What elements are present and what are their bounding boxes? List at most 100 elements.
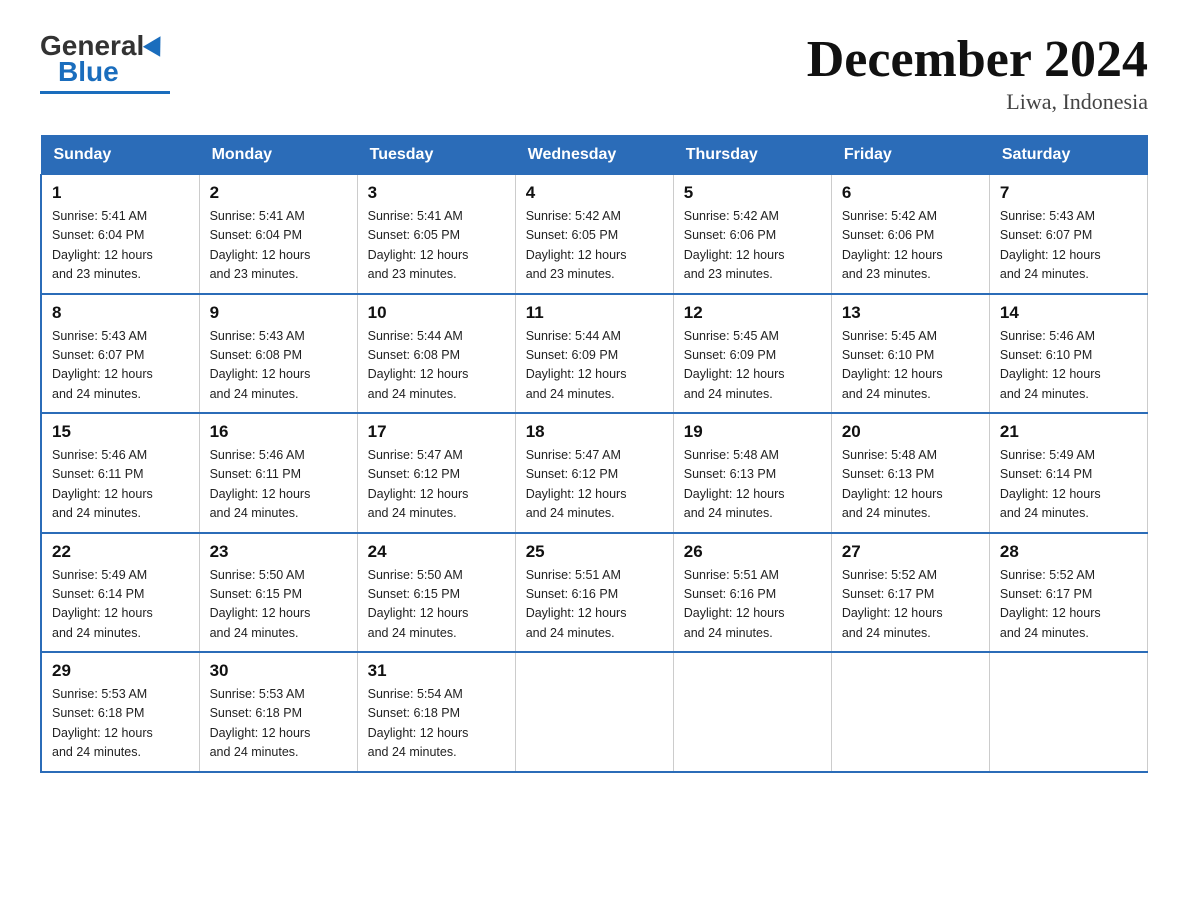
day-number: 11	[526, 303, 663, 323]
header-thursday: Thursday	[673, 136, 831, 175]
calendar-cell: 25Sunrise: 5:51 AMSunset: 6:16 PMDayligh…	[515, 533, 673, 653]
day-number: 24	[368, 542, 505, 562]
calendar-cell: 22 Sunrise: 5:49 AMSunset: 6:14 PMDayligh…	[41, 533, 199, 653]
day-number: 13	[842, 303, 979, 323]
calendar-cell: 12 Sunrise: 5:45 AMSunset: 6:09 PMDayligh…	[673, 294, 831, 414]
day-number: 27	[842, 542, 979, 562]
header-wednesday: Wednesday	[515, 136, 673, 175]
calendar-cell: 19 Sunrise: 5:48 AMSunset: 6:13 PMDayligh…	[673, 413, 831, 533]
calendar-cell: 24 Sunrise: 5:50 AMSunset: 6:15 PMDayligh…	[357, 533, 515, 653]
calendar-cell: 26Sunrise: 5:51 AMSunset: 6:16 PMDayligh…	[673, 533, 831, 653]
calendar-header-row: Sunday Monday Tuesday Wednesday Thursday…	[41, 136, 1148, 175]
day-info: Sunrise: 5:47 AMSunset: 6:12 PMDaylight:…	[526, 446, 663, 524]
calendar-table: Sunday Monday Tuesday Wednesday Thursday…	[40, 135, 1148, 773]
day-number: 9	[210, 303, 347, 323]
calendar-cell: 29 Sunrise: 5:53 AMSunset: 6:18 PMDayligh…	[41, 652, 199, 772]
day-number: 5	[684, 183, 821, 203]
calendar-week-row-2: 8Sunrise: 5:43 AMSunset: 6:07 PMDaylight…	[41, 294, 1148, 414]
day-number: 23	[210, 542, 347, 562]
calendar-cell: 11 Sunrise: 5:44 AMSunset: 6:09 PMDayligh…	[515, 294, 673, 414]
day-info: Sunrise: 5:44 AMSunset: 6:09 PMDaylight:…	[526, 327, 663, 405]
header-tuesday: Tuesday	[357, 136, 515, 175]
day-number: 21	[1000, 422, 1137, 442]
day-info: Sunrise: 5:51 AMSunset: 6:16 PMDaylight:…	[526, 566, 663, 644]
logo-blue-text: Blue	[58, 56, 119, 88]
day-number: 26	[684, 542, 821, 562]
day-number: 6	[842, 183, 979, 203]
day-number: 20	[842, 422, 979, 442]
calendar-cell: 4 Sunrise: 5:42 AMSunset: 6:05 PMDaylight…	[515, 175, 673, 294]
calendar-cell: 18 Sunrise: 5:47 AMSunset: 6:12 PMDayligh…	[515, 413, 673, 533]
day-info: Sunrise: 5:48 AMSunset: 6:13 PMDaylight:…	[842, 446, 979, 524]
day-number: 7	[1000, 183, 1137, 203]
calendar-cell: 14 Sunrise: 5:46 AMSunset: 6:10 PMDayligh…	[989, 294, 1147, 414]
day-info: Sunrise: 5:42 AMSunset: 6:06 PMDaylight:…	[842, 207, 979, 285]
day-info: Sunrise: 5:48 AMSunset: 6:13 PMDaylight:…	[684, 446, 821, 524]
calendar-cell: 20 Sunrise: 5:48 AMSunset: 6:13 PMDayligh…	[831, 413, 989, 533]
calendar-cell: 21Sunrise: 5:49 AMSunset: 6:14 PMDayligh…	[989, 413, 1147, 533]
day-info: Sunrise: 5:50 AMSunset: 6:15 PMDaylight:…	[368, 566, 505, 644]
calendar-cell: 13 Sunrise: 5:45 AMSunset: 6:10 PMDayligh…	[831, 294, 989, 414]
day-info: Sunrise: 5:49 AMSunset: 6:14 PMDaylight:…	[52, 566, 189, 644]
calendar-cell: 9 Sunrise: 5:43 AMSunset: 6:08 PMDaylight…	[199, 294, 357, 414]
day-info: Sunrise: 5:46 AMSunset: 6:10 PMDaylight:…	[1000, 327, 1137, 405]
day-info: Sunrise: 5:41 AMSunset: 6:04 PMDaylight:…	[210, 207, 347, 285]
header-monday: Monday	[199, 136, 357, 175]
calendar-cell	[831, 652, 989, 772]
calendar-cell: 8Sunrise: 5:43 AMSunset: 6:07 PMDaylight…	[41, 294, 199, 414]
day-info: Sunrise: 5:46 AMSunset: 6:11 PMDaylight:…	[52, 446, 189, 524]
day-number: 12	[684, 303, 821, 323]
day-info: Sunrise: 5:43 AMSunset: 6:07 PMDaylight:…	[1000, 207, 1137, 285]
day-info: Sunrise: 5:45 AMSunset: 6:10 PMDaylight:…	[842, 327, 979, 405]
day-info: Sunrise: 5:54 AMSunset: 6:18 PMDaylight:…	[368, 685, 505, 763]
day-info: Sunrise: 5:45 AMSunset: 6:09 PMDaylight:…	[684, 327, 821, 405]
calendar-cell: 31Sunrise: 5:54 AMSunset: 6:18 PMDayligh…	[357, 652, 515, 772]
day-number: 28	[1000, 542, 1137, 562]
logo-triangle-icon	[143, 31, 169, 57]
day-number: 4	[526, 183, 663, 203]
logo-area: General Blue	[40, 30, 170, 94]
day-info: Sunrise: 5:53 AMSunset: 6:18 PMDaylight:…	[52, 685, 189, 763]
day-number: 17	[368, 422, 505, 442]
calendar-cell: 27Sunrise: 5:52 AMSunset: 6:17 PMDayligh…	[831, 533, 989, 653]
calendar-subtitle: Liwa, Indonesia	[807, 89, 1148, 115]
day-number: 30	[210, 661, 347, 681]
calendar-week-row-3: 15 Sunrise: 5:46 AMSunset: 6:11 PMDayligh…	[41, 413, 1148, 533]
day-info: Sunrise: 5:46 AMSunset: 6:11 PMDaylight:…	[210, 446, 347, 524]
page-header: General Blue December 2024 Liwa, Indones…	[40, 30, 1148, 115]
calendar-cell: 28 Sunrise: 5:52 AMSunset: 6:17 PMDayligh…	[989, 533, 1147, 653]
day-number: 16	[210, 422, 347, 442]
day-info: Sunrise: 5:41 AMSunset: 6:05 PMDaylight:…	[368, 207, 505, 285]
header-saturday: Saturday	[989, 136, 1147, 175]
day-info: Sunrise: 5:53 AMSunset: 6:18 PMDaylight:…	[210, 685, 347, 763]
calendar-cell: 23Sunrise: 5:50 AMSunset: 6:15 PMDayligh…	[199, 533, 357, 653]
day-info: Sunrise: 5:47 AMSunset: 6:12 PMDaylight:…	[368, 446, 505, 524]
calendar-cell: 5 Sunrise: 5:42 AMSunset: 6:06 PMDaylight…	[673, 175, 831, 294]
calendar-cell: 10 Sunrise: 5:44 AMSunset: 6:08 PMDayligh…	[357, 294, 515, 414]
day-info: Sunrise: 5:43 AMSunset: 6:08 PMDaylight:…	[210, 327, 347, 405]
calendar-cell	[515, 652, 673, 772]
day-info: Sunrise: 5:42 AMSunset: 6:05 PMDaylight:…	[526, 207, 663, 285]
calendar-cell	[989, 652, 1147, 772]
day-info: Sunrise: 5:41 AMSunset: 6:04 PMDaylight:…	[52, 207, 189, 285]
day-number: 19	[684, 422, 821, 442]
day-info: Sunrise: 5:44 AMSunset: 6:08 PMDaylight:…	[368, 327, 505, 405]
day-number: 10	[368, 303, 505, 323]
day-number: 2	[210, 183, 347, 203]
day-info: Sunrise: 5:52 AMSunset: 6:17 PMDaylight:…	[1000, 566, 1137, 644]
day-number: 29	[52, 661, 189, 681]
day-number: 22	[52, 542, 189, 562]
day-number: 18	[526, 422, 663, 442]
day-number: 14	[1000, 303, 1137, 323]
title-area: December 2024 Liwa, Indonesia	[807, 30, 1148, 115]
day-info: Sunrise: 5:42 AMSunset: 6:06 PMDaylight:…	[684, 207, 821, 285]
calendar-week-row-4: 22 Sunrise: 5:49 AMSunset: 6:14 PMDayligh…	[41, 533, 1148, 653]
logo-divider	[40, 91, 170, 94]
calendar-title: December 2024	[807, 30, 1148, 89]
calendar-cell: 16 Sunrise: 5:46 AMSunset: 6:11 PMDayligh…	[199, 413, 357, 533]
day-number: 3	[368, 183, 505, 203]
day-number: 15	[52, 422, 189, 442]
calendar-cell: 3 Sunrise: 5:41 AMSunset: 6:05 PMDaylight…	[357, 175, 515, 294]
header-friday: Friday	[831, 136, 989, 175]
header-sunday: Sunday	[41, 136, 199, 175]
